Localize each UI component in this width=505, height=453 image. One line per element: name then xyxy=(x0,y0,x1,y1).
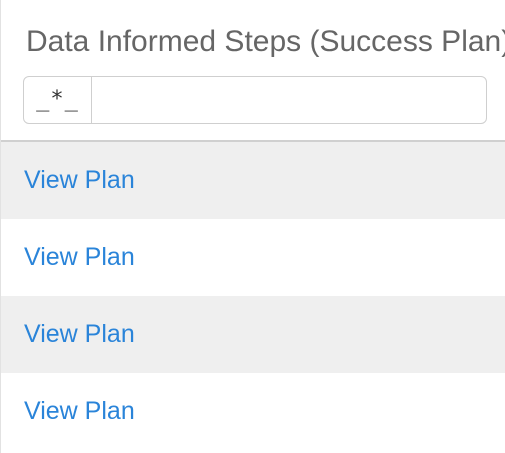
table-body: View Plan View Plan View Plan View Plan xyxy=(1,142,505,450)
table-row: View Plan xyxy=(1,373,505,450)
column-title[interactable]: Data Informed Steps (Success Plan) xyxy=(26,20,505,64)
view-plan-link[interactable]: View Plan xyxy=(24,320,135,349)
table-row: View Plan xyxy=(1,142,505,219)
view-plan-link[interactable]: View Plan xyxy=(24,397,135,426)
view-plan-link[interactable]: View Plan xyxy=(24,166,135,195)
table-row: View Plan xyxy=(1,219,505,296)
column-filter: _*_ xyxy=(23,76,487,124)
column-header: Data Informed Steps (Success Plan) _*_ xyxy=(1,0,505,140)
wildcard-icon: _*_ xyxy=(36,87,79,112)
filter-input[interactable] xyxy=(93,79,483,121)
view-plan-link[interactable]: View Plan xyxy=(24,243,135,272)
grid-column-panel: Data Informed Steps (Success Plan) _*_ V… xyxy=(0,0,505,453)
filter-mode-button[interactable]: _*_ xyxy=(24,77,92,123)
table-row: View Plan xyxy=(1,296,505,373)
